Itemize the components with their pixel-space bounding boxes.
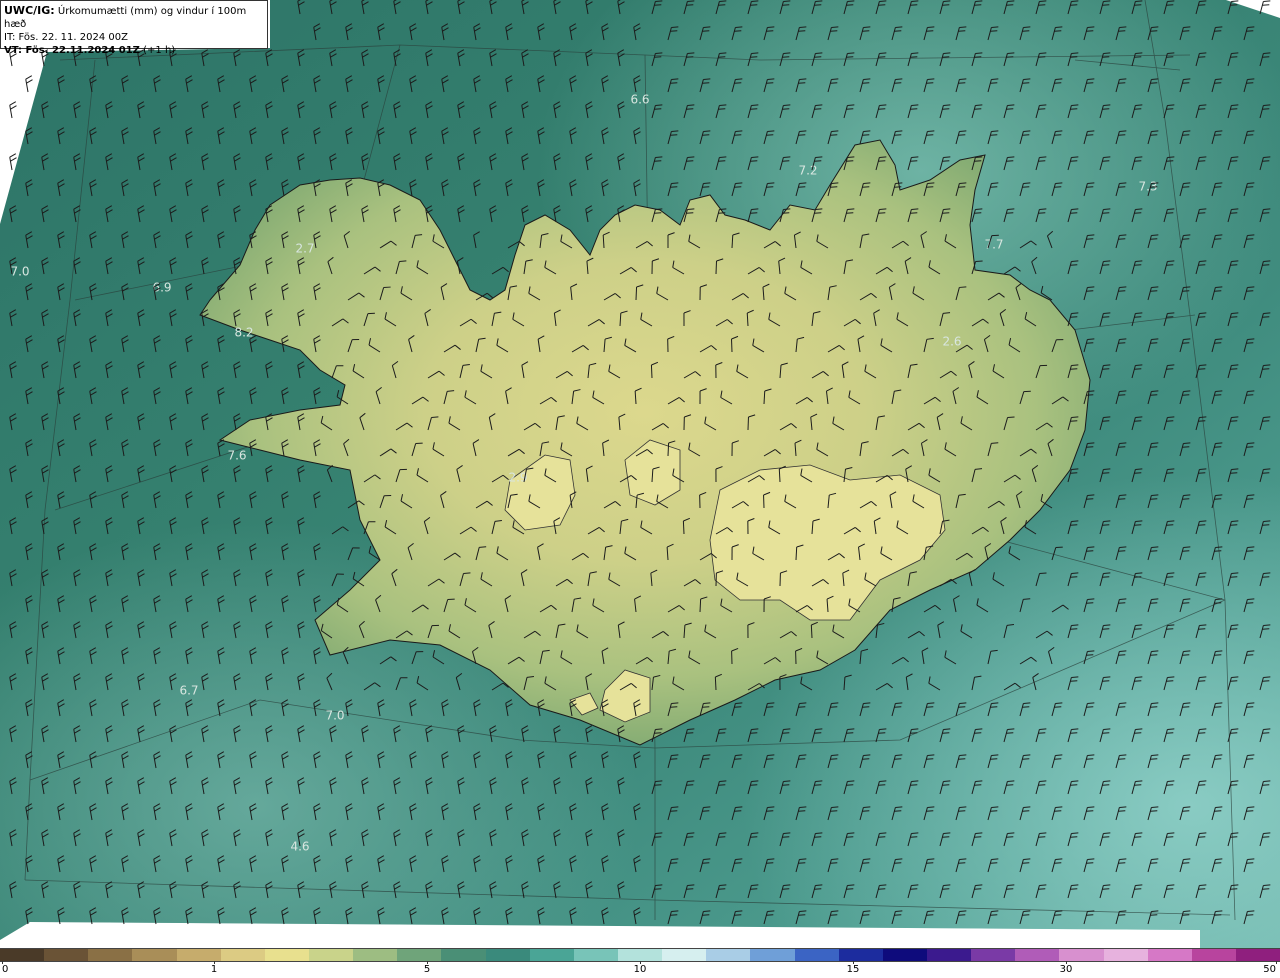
colorbar-segment (0, 949, 45, 961)
colorbar-tick-mark (1066, 961, 1067, 964)
title-line: UWC/IG: Úrkomumætti (mm) og vindur í 100… (4, 4, 264, 31)
colorbar-tick-mark (2, 961, 3, 964)
colorbar-tick-label: 1 (210, 964, 218, 975)
colorbar-segment (88, 949, 133, 961)
colorbar-segment (882, 949, 927, 961)
colorbar-segment (706, 949, 751, 961)
colorbar-tick-mark (1276, 961, 1277, 964)
map-value-label: 8.2 (234, 326, 253, 340)
colorbar-segment (662, 949, 707, 961)
colorbar-strip (0, 948, 1280, 962)
colorbar-segment (44, 949, 89, 961)
colorbar-segment (1059, 949, 1104, 961)
colorbar-tick-label: 10 (633, 964, 647, 975)
colorbar-segment (308, 949, 354, 961)
colorbar-segment (353, 949, 398, 961)
map-value-label: 7.7 (984, 238, 1003, 252)
product-code: UWC/IG: (4, 4, 55, 17)
colorbar-segment (750, 949, 795, 961)
colorbar-tick-mark (214, 961, 215, 964)
map-value-label: 7.0 (10, 265, 29, 279)
colorbar-tick-mark (640, 961, 641, 964)
forecast-map: 6.67.27.37.72.77.06.98.22.67.62.96.77.04… (0, 0, 1280, 948)
colorbar-segment (1015, 949, 1060, 961)
colorbar-segment (1147, 949, 1192, 961)
valid-time: VT: Fös. 22.11.2024 01Z (4, 45, 140, 56)
map-value-label: 7.0 (325, 709, 344, 723)
map-value-label: 7.6 (227, 449, 246, 463)
colorbar-segment (1103, 949, 1148, 961)
colorbar-tick-label: 50 (1263, 964, 1276, 975)
map-title-box: UWC/IG: Úrkomumætti (mm) og vindur í 100… (0, 0, 268, 56)
colorbar-segment (617, 949, 663, 961)
valid-offset: (+1 h) (143, 45, 176, 56)
map-value-label: 6.7 (179, 684, 198, 698)
colorbar-segment (485, 949, 530, 961)
colorbar-segment (794, 949, 839, 961)
colorbar-tick-label: 30 (1059, 964, 1073, 975)
colorbar-segment (176, 949, 221, 961)
colorbar-segment (397, 949, 442, 961)
colorbar-segment (1235, 949, 1280, 961)
colorbar-segment (838, 949, 883, 961)
colorbar-tick-mark (427, 961, 428, 964)
colorbar-tick-mark (853, 961, 854, 964)
colorbar-segment (926, 949, 972, 961)
map-value-label: 2.7 (295, 242, 314, 256)
map-value-label: 6.6 (630, 93, 649, 107)
colorbar-segment (573, 949, 618, 961)
valid-time-line: VT: Fös. 22.11.2024 01Z (+1 h) (4, 44, 264, 57)
colorbar-segment (971, 949, 1016, 961)
map-value-label: 7.2 (798, 164, 817, 178)
colorbar-segment (220, 949, 265, 961)
colorbar: 0 1 5 10 15 30 50 (0, 948, 1280, 978)
colorbar-segment (1191, 949, 1236, 961)
colorbar-segment (264, 949, 309, 961)
colorbar-segment (441, 949, 486, 961)
init-time: IT: Fös. 22. 11. 2024 00Z (4, 32, 128, 43)
colorbar-segment (132, 949, 177, 961)
colorbar-tick-label: 5 (423, 964, 431, 975)
colorbar-segment (529, 949, 574, 961)
colorbar-tick-label: 0 (2, 964, 9, 975)
map-value-label: 4.6 (290, 840, 309, 854)
map-value-label: 2.6 (942, 335, 961, 349)
colorbar-tick-label: 15 (846, 964, 860, 975)
map-value-label: 6.9 (152, 281, 171, 295)
